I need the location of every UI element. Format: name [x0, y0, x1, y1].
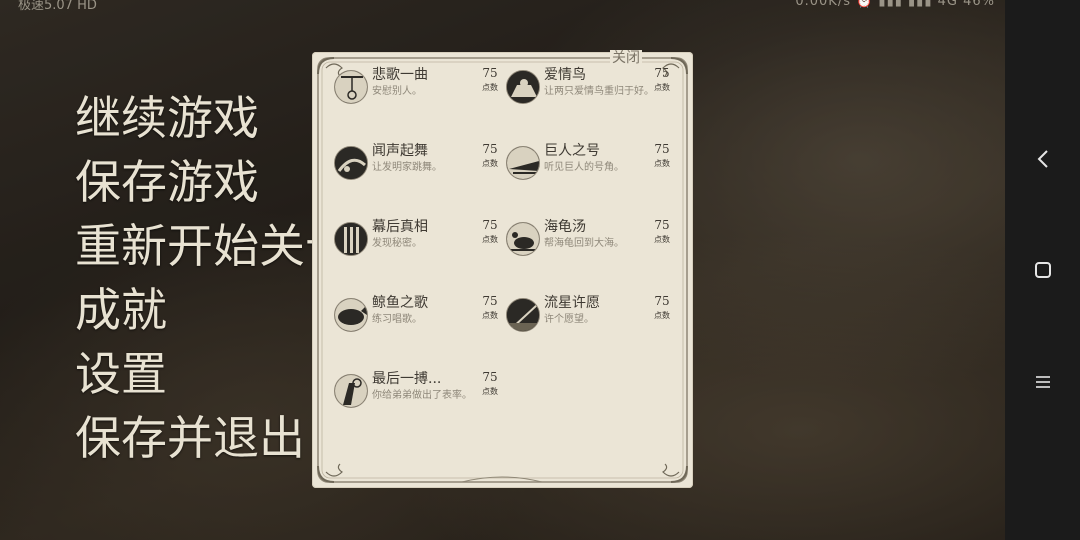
- home-button[interactable]: [1005, 245, 1080, 295]
- achievement-item: 爱情鸟 让两只爱情鸟重归于好。 75 点数: [484, 52, 670, 104]
- menu-save-game[interactable]: 保存游戏: [75, 152, 351, 216]
- achievement-title: 流星许愿: [544, 295, 600, 311]
- points-unit: 点数: [482, 387, 498, 396]
- achievement-item: 鲸鱼之歌 练习唱歌。 75 点数: [312, 280, 498, 332]
- achievement-desc: 听见巨人的号角。: [544, 162, 624, 173]
- status-bar: 极速5.07 HD 0.00K/s ⏰ ▮▮▮ ▮▮▮ 4G 46%: [0, 0, 1005, 14]
- achievement-points: 75: [482, 370, 498, 384]
- curtain-icon: [334, 222, 368, 256]
- achievement-title: 闻声起舞: [372, 143, 428, 159]
- achievements-panel: 关闭 悲歌一曲 安慰别人。 75 点数 爱情鸟 让两只爱情鸟重归于好。 75 点…: [312, 50, 693, 488]
- menu-continue-game[interactable]: 继续游戏: [75, 88, 351, 152]
- status-left-text: 极速5.07 HD: [18, 0, 97, 13]
- dance-icon: [334, 146, 368, 180]
- achievement-item: 巨人之号 听见巨人的号角。 75 点数: [484, 128, 670, 180]
- horn-icon: [506, 146, 540, 180]
- whale-icon: [334, 298, 368, 332]
- points-unit: 点数: [654, 311, 670, 320]
- achievement-title: 海龟汤: [544, 219, 586, 235]
- back-button[interactable]: [1005, 134, 1080, 184]
- achievement-desc: 让两只爱情鸟重归于好。: [544, 86, 654, 97]
- achievement-item: 海龟汤 帮海龟回到大海。 75 点数: [484, 204, 670, 256]
- android-nav-bar: [1005, 0, 1080, 540]
- noose-icon: [334, 70, 368, 104]
- achievement-points: 75: [654, 142, 670, 156]
- achievement-desc: 发现秘密。: [372, 238, 422, 249]
- achievement-desc: 练习唱歌。: [372, 314, 422, 325]
- achievement-desc: 许个愿望。: [544, 314, 594, 325]
- menu-lines-icon: [1035, 376, 1050, 388]
- points-unit: 点数: [654, 83, 670, 92]
- achievement-desc: 帮海龟回到大海。: [544, 238, 624, 249]
- status-right-text: 0.00K/s ⏰ ▮▮▮ ▮▮▮ 4G 46%: [795, 0, 995, 9]
- achievement-title: 悲歌一曲: [372, 67, 428, 83]
- achievement-points: 75: [654, 294, 670, 308]
- achievement-title: 幕后真相: [372, 219, 428, 235]
- achievement-item: 幕后真相 发现秘密。 75 点数: [312, 204, 498, 256]
- achievement-desc: 安慰别人。: [372, 86, 422, 97]
- achievement-desc: 让发明家跳舞。: [372, 162, 442, 173]
- achievement-title: 巨人之号: [544, 143, 600, 159]
- ornate-frame: [317, 57, 688, 483]
- lovebirds-icon: [506, 70, 540, 104]
- achievement-item: 最后一搏... 你给弟弟做出了表率。 75 点数: [312, 356, 498, 408]
- achievement-title: 鲸鱼之歌: [372, 295, 428, 311]
- menu-restart-level[interactable]: 重新开始关卡: [75, 216, 351, 280]
- turtle-icon: [506, 222, 540, 256]
- pause-menu: 继续游戏 保存游戏 重新开始关卡 成就 设置 保存并退出: [75, 88, 351, 472]
- home-square-icon: [1034, 262, 1051, 278]
- points-unit: 点数: [654, 159, 670, 168]
- achievement-item: 流星许愿 许个愿望。 75 点数: [484, 280, 670, 332]
- achievement-desc: 你给弟弟做出了表率。: [372, 390, 472, 401]
- last-stand-icon: [334, 374, 368, 408]
- achievement-title: 爱情鸟: [544, 67, 586, 83]
- points-unit: 点数: [654, 235, 670, 244]
- back-chevron-icon: [1037, 150, 1048, 168]
- achievement-item: 悲歌一曲 安慰别人。 75 点数: [312, 52, 498, 104]
- menu-settings[interactable]: 设置: [75, 344, 351, 408]
- menu-button[interactable]: [1005, 357, 1080, 407]
- achievement-points: 75: [654, 66, 670, 80]
- achievement-points: 75: [654, 218, 670, 232]
- menu-save-and-exit[interactable]: 保存并退出: [75, 408, 351, 472]
- shooting-star-icon: [506, 298, 540, 332]
- achievement-title: 最后一搏...: [372, 371, 442, 387]
- achievement-item: 闻声起舞 让发明家跳舞。 75 点数: [312, 128, 498, 180]
- menu-achievements[interactable]: 成就: [75, 280, 351, 344]
